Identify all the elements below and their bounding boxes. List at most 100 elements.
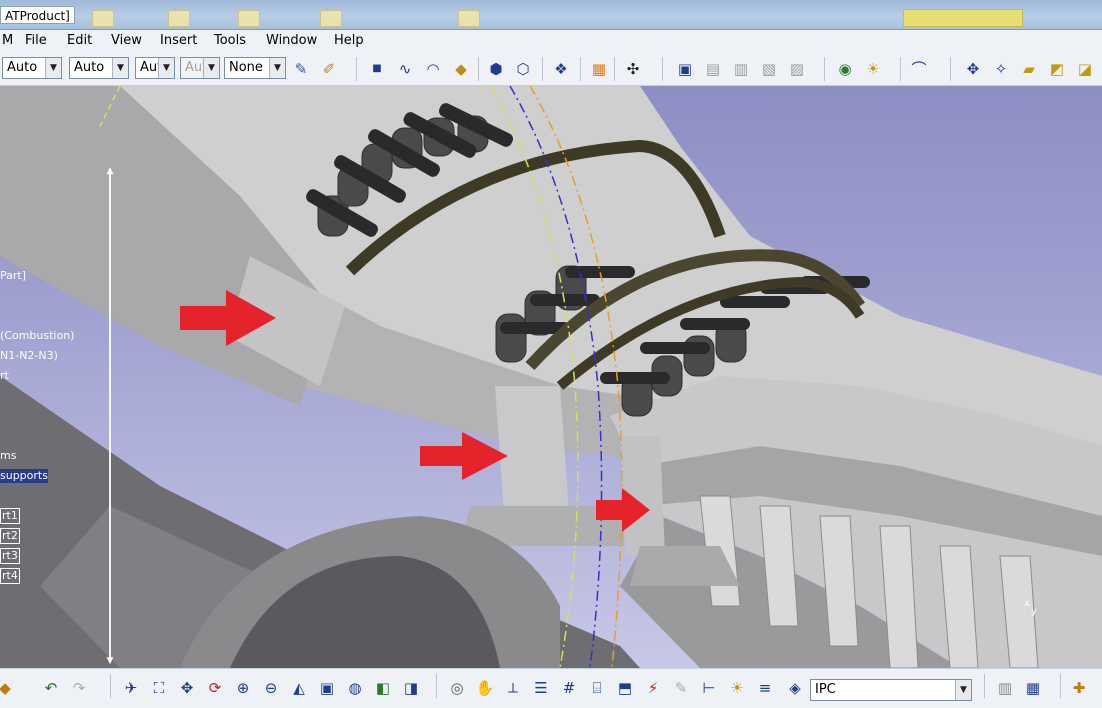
redo-icon[interactable]: ↷ xyxy=(68,677,90,699)
chevron-down-icon: ▼ xyxy=(112,58,128,78)
rotate-icon[interactable]: ⟳ xyxy=(204,677,226,699)
tree-node[interactable]: (Combustion) xyxy=(0,329,74,343)
constraint-icon[interactable]: ✣ xyxy=(622,58,644,80)
snap-icon[interactable]: ⚡ xyxy=(642,677,664,699)
tree-node-selected[interactable]: supports xyxy=(0,469,48,483)
cylinder-icon[interactable]: ⌸ xyxy=(586,677,608,699)
quick-view-icon[interactable]: ▣ xyxy=(316,677,338,699)
paste-icon[interactable]: ▰ xyxy=(1018,58,1040,80)
menu-insert[interactable]: Insert xyxy=(160,33,197,48)
transparency-combo[interactable]: Auto ▼ xyxy=(69,57,129,79)
toolbar-separator xyxy=(614,57,615,81)
new-part-icon[interactable]: ▥ xyxy=(730,58,752,80)
shading-icon[interactable]: ◍ xyxy=(344,677,366,699)
select-icon[interactable]: ✥ xyxy=(962,58,984,80)
measure-between-icon[interactable]: ◪ xyxy=(1074,58,1096,80)
tree-scrollbar[interactable]: ▲ ▼ xyxy=(104,166,116,666)
tree-icon[interactable]: ☰ xyxy=(530,677,552,699)
layer-combo[interactable]: None ▼ xyxy=(224,57,286,79)
pan-icon[interactable]: ✥ xyxy=(176,677,198,699)
y-axis-label: y xyxy=(1031,606,1037,617)
undo-icon[interactable]: ↶ xyxy=(40,677,62,699)
annotation-arrow xyxy=(420,432,508,480)
toolbar-separator xyxy=(662,57,663,81)
surface-icon[interactable]: ◠ xyxy=(422,58,444,80)
workbench-icon[interactable]: ◆ xyxy=(0,677,16,699)
tree-node[interactable]: Part] xyxy=(0,269,26,283)
fly-mode-icon[interactable]: ✈ xyxy=(120,677,142,699)
scroll-down-icon[interactable]: ▼ xyxy=(105,656,115,666)
menu-tools[interactable]: Tools xyxy=(214,33,246,48)
measure-item-icon[interactable]: ◩ xyxy=(1046,58,1068,80)
menu-window[interactable]: Window xyxy=(266,33,317,48)
chart-icon[interactable]: ▦ xyxy=(1022,677,1044,699)
line-type-combo: Aut ▼ xyxy=(180,57,220,79)
toolbar-separator xyxy=(580,57,581,81)
normal-view-icon[interactable]: ◭ xyxy=(288,677,310,699)
layer-filter-combo[interactable]: IPC ▼ xyxy=(810,679,972,701)
structure-icon[interactable]: ⊢ xyxy=(698,677,720,699)
spline-icon[interactable]: ∿ xyxy=(394,58,416,80)
globe-icon[interactable]: ◉ xyxy=(834,58,856,80)
toolbar-separator xyxy=(478,57,479,81)
tree-node[interactable]: rt4 xyxy=(0,568,20,584)
tree-node[interactable]: rt1 xyxy=(0,508,20,524)
tools-icon[interactable]: ✚ xyxy=(1068,677,1090,699)
toolbar-separator xyxy=(1060,674,1061,698)
transparency-combo-value: Auto xyxy=(74,60,105,75)
tree-node[interactable]: rt xyxy=(0,369,9,383)
taskbar-button[interactable] xyxy=(903,9,1023,27)
replace-component-icon[interactable]: ▨ xyxy=(786,58,808,80)
refresh-icon[interactable]: ◎ xyxy=(446,677,468,699)
toolbar-separator xyxy=(984,674,985,698)
tree-node[interactable]: ms xyxy=(0,449,16,463)
layer-icon[interactable]: ◈ xyxy=(784,677,806,699)
existing-component-icon[interactable]: ▧ xyxy=(758,58,780,80)
new-product-icon[interactable]: ▤ xyxy=(702,58,724,80)
grid-icon[interactable]: # xyxy=(558,677,580,699)
measure-icon[interactable]: ✎ xyxy=(670,677,692,699)
line-thickness-combo[interactable]: Aut ▼ xyxy=(135,57,175,79)
table-icon[interactable]: ▥ xyxy=(994,677,1016,699)
analysis-icon[interactable]: ⌒ xyxy=(908,58,930,80)
assembly-icon[interactable]: ❖ xyxy=(550,58,572,80)
tree-node[interactable]: rt3 xyxy=(0,548,20,564)
light-icon[interactable]: ☀ xyxy=(726,677,748,699)
view-toolbar: ◆ ↶ ↷ ✈ ⛶ ✥ ⟳ ⊕ ⊖ ◭ ▣ ◍ ◧ ◨ ◎ ✋ ⟂ ☰ # ⌸ … xyxy=(0,668,1102,708)
select-trap-icon[interactable]: ✧ xyxy=(990,58,1012,80)
menu-edit[interactable]: Edit xyxy=(67,33,92,48)
menu-start[interactable]: M xyxy=(2,33,13,48)
workbench-icon[interactable]: ☀ xyxy=(862,58,884,80)
menu-help[interactable]: Help xyxy=(334,33,364,48)
cube-icon[interactable]: ⬒ xyxy=(614,677,636,699)
list-icon[interactable]: ≡ xyxy=(754,677,776,699)
zoom-out-icon[interactable]: ⊖ xyxy=(260,677,282,699)
color-combo[interactable]: Auto ▼ xyxy=(2,57,62,79)
folder-icon xyxy=(238,10,260,27)
eraser-icon[interactable]: ◆ xyxy=(450,58,472,80)
component-icon[interactable]: ⬡ xyxy=(512,58,534,80)
color-combo-value: Auto xyxy=(7,60,38,75)
toolbar-separator xyxy=(900,57,901,81)
chevron-down-icon: ▼ xyxy=(269,58,285,78)
tree-node[interactable]: N1-N2-N3) xyxy=(0,349,58,363)
menu-file[interactable]: File xyxy=(25,33,47,48)
painter-icon[interactable]: ✎ xyxy=(290,58,312,80)
tree-node[interactable]: rt2 xyxy=(0,528,20,544)
swap-space-icon[interactable]: ◨ xyxy=(400,677,422,699)
menu-view[interactable]: View xyxy=(111,33,142,48)
hide-show-icon[interactable]: ◧ xyxy=(372,677,394,699)
x-axis-label: x xyxy=(1024,598,1030,609)
catia-window: ATProduct] M File Edit View Insert Tools… xyxy=(0,0,1102,708)
scroll-track[interactable] xyxy=(109,174,111,658)
compass-icon[interactable]: ⟂ xyxy=(502,677,524,699)
fit-all-icon[interactable]: ⛶ xyxy=(148,677,170,699)
zoom-in-icon[interactable]: ⊕ xyxy=(232,677,254,699)
hand-icon[interactable]: ✋ xyxy=(474,677,496,699)
product-icon[interactable]: ⬢ xyxy=(485,58,507,80)
catalog-icon[interactable]: ▦ xyxy=(588,58,610,80)
properties-painter-icon[interactable]: ✐ xyxy=(318,58,340,80)
3d-viewport[interactable]: Part] (Combustion) N1-N2-N3) rt ms suppo… xyxy=(0,86,1102,668)
new-component-icon[interactable]: ▣ xyxy=(674,58,696,80)
point-icon[interactable]: ■ xyxy=(366,58,388,80)
